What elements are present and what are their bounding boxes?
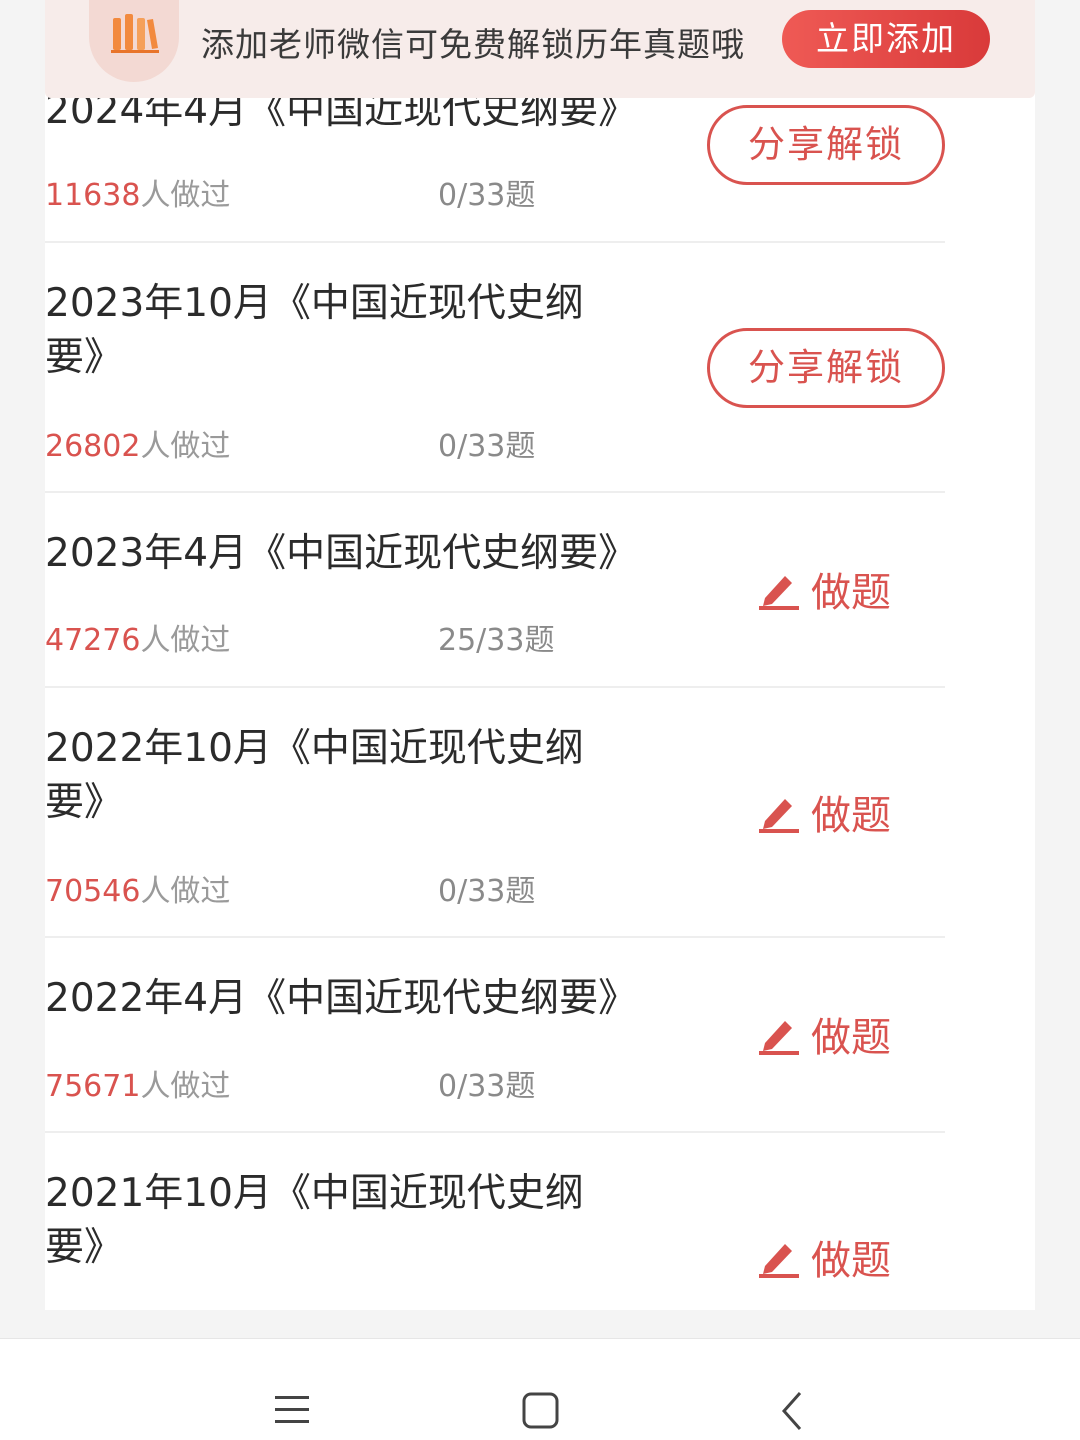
list-item[interactable]: 2022年4月《中国近现代史纲要》 75671人做过 0/33题 做题 (45, 938, 945, 1133)
exam-title: 2023年10月《中国近现代史纲要》 (45, 281, 584, 380)
question-progress: 0/33题 (438, 178, 536, 213)
question-progress: 0/33题 (438, 874, 536, 909)
share-unlock-button[interactable]: 分享解锁 (707, 328, 945, 408)
home-square-icon[interactable] (522, 1392, 560, 1430)
book-stack-icon (89, 0, 179, 82)
do-exercise-button[interactable]: 做题 (757, 1010, 891, 1066)
menu-icon[interactable] (275, 1394, 311, 1426)
add-teacher-banner: 添加老师微信可免费解锁历年真题哦 立即添加 (45, 0, 1035, 98)
pencil-edit-icon (759, 1021, 799, 1055)
question-progress: 0/33题 (438, 1069, 536, 1104)
exam-title: 2021年10月《中国近现代史纲要》 (45, 1171, 584, 1270)
list-item[interactable]: 2021年10月《中国近现代史纲要》 做题 (45, 1133, 945, 1310)
back-chevron-icon[interactable] (780, 1391, 804, 1431)
done-count: 75671人做过 (45, 1069, 231, 1104)
question-progress: 25/33题 (438, 623, 555, 658)
system-nav-bar (0, 1338, 1080, 1440)
list-item[interactable]: 2023年4月《中国近现代史纲要》 47276人做过 25/33题 做题 (45, 493, 945, 688)
pencil-edit-icon (759, 576, 799, 610)
exam-title: 2022年10月《中国近现代史纲要》 (45, 726, 584, 825)
list-item[interactable]: 2022年10月《中国近现代史纲要》 70546人做过 0/33题 做题 (45, 688, 945, 938)
done-count: 26802人做过 (45, 429, 231, 464)
list-item[interactable]: 2023年10月《中国近现代史纲要》 26802人做过 0/33题 分享解锁 (45, 243, 945, 493)
done-count: 70546人做过 (45, 874, 231, 909)
do-exercise-button[interactable]: 做题 (757, 788, 891, 844)
done-count: 47276人做过 (45, 623, 231, 658)
exam-title: 2023年4月《中国近现代史纲要》 (45, 531, 638, 576)
do-exercise-button[interactable]: 做题 (757, 565, 891, 621)
share-unlock-button[interactable]: 分享解锁 (707, 105, 945, 185)
done-count: 11638人做过 (45, 178, 231, 213)
pencil-edit-icon (759, 799, 799, 833)
pencil-edit-icon (759, 1244, 799, 1278)
exam-title: 2022年4月《中国近现代史纲要》 (45, 976, 638, 1021)
add-now-button[interactable]: 立即添加 (782, 10, 990, 68)
do-exercise-button[interactable]: 做题 (757, 1233, 891, 1289)
question-progress: 0/33题 (438, 429, 536, 464)
banner-message: 添加老师微信可免费解锁历年真题哦 (201, 25, 745, 64)
